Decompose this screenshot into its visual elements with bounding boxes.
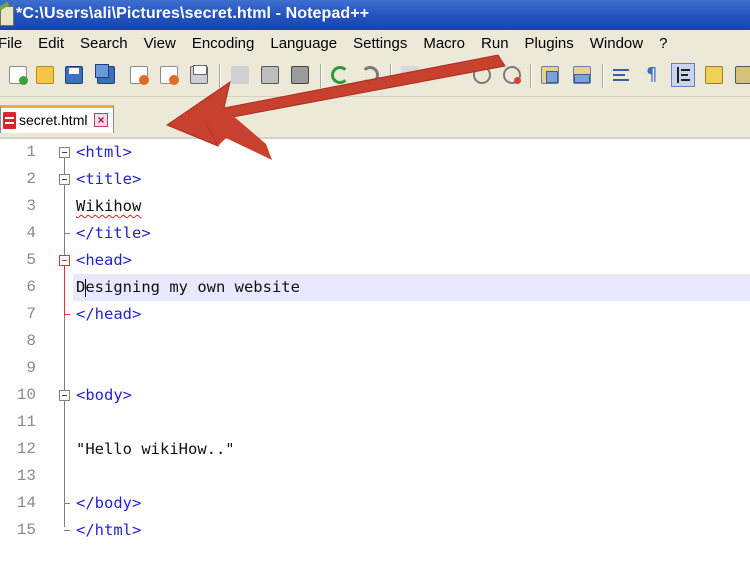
line-number: 2	[26, 170, 36, 188]
close-icon[interactable]	[127, 63, 151, 87]
word-wrap-icon[interactable]	[610, 63, 634, 87]
code-line: </title>	[76, 224, 151, 242]
fold-head-icon[interactable]	[59, 255, 70, 266]
save-icon[interactable]	[62, 63, 86, 87]
line-number: 3	[26, 197, 36, 215]
window-title: *C:\Users\ali\Pictures\secret.html - Not…	[16, 5, 370, 22]
macro-icon[interactable]	[702, 63, 726, 87]
line-number: 9	[26, 359, 36, 377]
save-all-icon[interactable]	[94, 63, 118, 87]
line-number: 13	[16, 467, 36, 485]
line-number: 4	[26, 224, 36, 242]
fold-body-icon[interactable]	[59, 390, 70, 401]
print-icon[interactable]	[187, 63, 211, 87]
line-number: 11	[16, 413, 36, 431]
line-number: 7	[26, 305, 36, 323]
sync-vertical-icon[interactable]	[538, 63, 562, 87]
fold-html-icon[interactable]	[59, 147, 70, 158]
fold-title-icon[interactable]	[59, 174, 70, 185]
line-number: 14	[16, 494, 36, 512]
line-number: 12	[16, 440, 36, 458]
paste-icon[interactable]	[288, 63, 312, 87]
find-icon[interactable]	[398, 63, 422, 87]
tab-secret-html[interactable]: secret.html ×	[0, 105, 114, 133]
undo-icon[interactable]	[328, 63, 352, 87]
unsaved-file-icon	[3, 112, 16, 129]
menu-macro[interactable]: Macro	[415, 35, 473, 52]
menu-encoding[interactable]: Encoding	[184, 35, 263, 52]
code-line: "Hello wikiHow.."	[76, 440, 235, 458]
menu-search[interactable]: Search	[72, 35, 136, 52]
show-all-characters-icon[interactable]: ¶	[640, 63, 664, 87]
close-tab-icon[interactable]: ×	[94, 113, 108, 127]
redo-icon[interactable]	[358, 63, 382, 87]
menu-edit[interactable]: Edit	[30, 35, 72, 52]
zoom-in-icon[interactable]	[470, 63, 494, 87]
text-caret	[85, 279, 86, 297]
menu-bar: File Edit Search View Encoding Language …	[0, 30, 750, 56]
editor[interactable]: 1 2 3 4 5 6 7 8 9 10 11 12 13 14 15 <htm…	[0, 139, 750, 562]
open-file-icon[interactable]	[33, 63, 57, 87]
line-number: 5	[26, 251, 36, 269]
code-line: </html>	[76, 521, 142, 539]
code-line: Designing my own website	[76, 278, 300, 296]
notepad-plus-plus-icon	[0, 6, 14, 26]
menu-run[interactable]: Run	[473, 35, 517, 52]
indent-guide-icon[interactable]	[671, 63, 695, 87]
line-number: 10	[16, 386, 36, 404]
tab-bar: secret.html ×	[0, 97, 750, 139]
code-line: <body>	[76, 386, 132, 404]
line-number: 8	[26, 332, 36, 350]
menu-window[interactable]: Window	[582, 35, 651, 52]
code-line: Wikihow	[76, 197, 142, 215]
new-file-icon[interactable]	[6, 63, 30, 87]
language-icon[interactable]	[732, 63, 750, 87]
menu-language[interactable]: Language	[262, 35, 345, 52]
title-bar: *C:\Users\ali\Pictures\secret.html - Not…	[0, 0, 750, 30]
code-line: <title>	[76, 170, 142, 188]
line-number: 6	[26, 278, 36, 296]
menu-view[interactable]: View	[136, 35, 184, 52]
menu-file[interactable]: File	[0, 35, 30, 52]
sync-horizontal-icon[interactable]	[570, 63, 594, 87]
code-line: </head>	[76, 305, 142, 323]
menu-settings[interactable]: Settings	[345, 35, 415, 52]
zoom-out-icon[interactable]	[500, 63, 524, 87]
close-all-icon[interactable]	[157, 63, 181, 87]
tab-label: secret.html	[19, 112, 88, 128]
code-line: <head>	[76, 251, 132, 269]
code-line: <html>	[76, 143, 132, 161]
code-line: </body>	[76, 494, 142, 512]
line-number: 1	[26, 143, 36, 161]
menu-plugins[interactable]: Plugins	[517, 35, 582, 52]
line-number: 15	[16, 521, 36, 539]
menu-help[interactable]: ?	[651, 35, 675, 52]
copy-icon[interactable]	[258, 63, 282, 87]
toolbar: ¶	[0, 56, 750, 97]
cut-icon[interactable]	[228, 63, 252, 87]
